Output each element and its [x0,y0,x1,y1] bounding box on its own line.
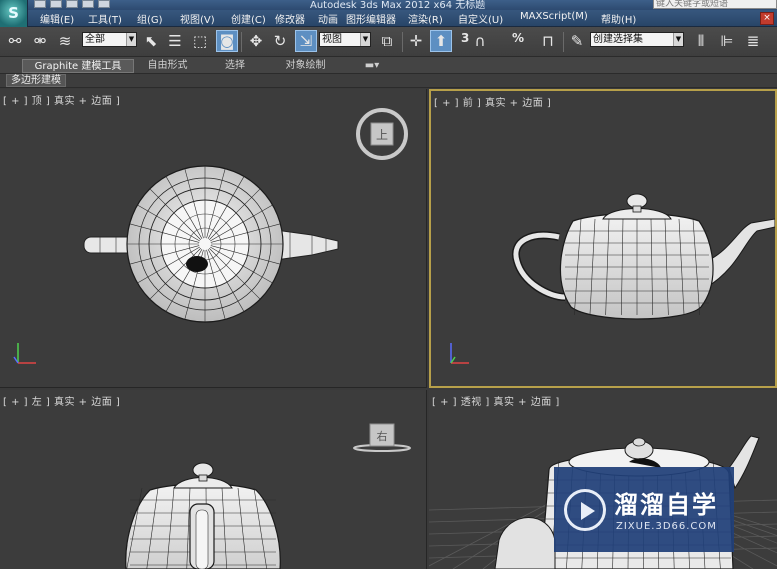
main-toolbar: ⚯ ⚮ ≋ 全部 ▼ ⬉ ☰ ⬚ ◙ ✥ ↻ ⇲ 视图 ▼ ⧉ ✛ ⬆ 3 ∩ % … [0,27,777,57]
menu-rendering[interactable]: 渲染(R) [408,11,443,26]
mirror-icon[interactable]: ⫴ [690,30,712,52]
menu-create[interactable]: 创建(C) [231,11,266,26]
toolbar-divider [402,32,403,52]
unlink-icon[interactable]: ⚮ [29,30,51,52]
teapot-front-view [511,193,775,320]
menu-edit[interactable]: 编辑(E) [40,11,74,26]
edit-named-selection-icon[interactable]: ✎ [566,30,588,52]
undo-icon[interactable] [82,0,94,8]
viewcube-face-label: 右 [377,429,388,443]
window-crossing-icon[interactable]: ◙ [216,30,238,52]
menu-maxscript[interactable]: MAXScript(M) [520,11,588,22]
redo-icon[interactable] [98,0,110,8]
axis-tripod-icon [13,343,36,364]
save-file-icon[interactable] [66,0,78,8]
menu-bar: 编辑(E) 工具(T) 组(G) 视图(V) 创建(C) 修改器 动画 图形编辑… [0,10,777,27]
menu-modifiers[interactable]: 修改器 [275,11,305,26]
viewcube-top[interactable]: 上 [355,107,409,161]
reference-coord-dropdown[interactable]: 视图 ▼ [319,32,371,47]
select-object-icon[interactable]: ⬉ [140,30,162,52]
tab-freeform[interactable]: 自由形式 [140,59,195,73]
viewport-label[interactable]: [ + ] 左 ] 真实 + 边面 ] [3,393,120,408]
app-logo-icon[interactable]: S [0,0,28,27]
viewport-label[interactable]: [ + ] 顶 ] 真实 + 边面 ] [3,92,120,107]
keyboard-shortcut-icon[interactable]: ⬆ [430,30,452,52]
menu-group[interactable]: 组(G) [137,11,163,26]
toolbar-divider [563,32,564,52]
close-button[interactable]: × [760,12,774,25]
teapot-left-view [125,462,281,569]
named-selection-set-value: 创建选择集 [593,34,643,45]
use-pivot-center-icon[interactable]: ⧉ [376,30,398,52]
percent-snap-icon[interactable]: % [512,31,524,45]
menu-customize[interactable]: 自定义(U) [458,11,503,26]
named-selection-set-dropdown[interactable]: 创建选择集 ▼ [590,32,684,47]
rectangular-selection-icon[interactable]: ⬚ [189,30,211,52]
select-and-scale-icon[interactable]: ⇲ [295,30,317,52]
toolbar-divider [241,32,242,52]
menu-tools[interactable]: 工具(T) [88,11,122,26]
viewport-left[interactable]: [ + ] 左 ] 真实 + 边面 ] 右 [0,390,427,569]
title-bar: Autodesk 3ds Max 2012 x64 无标题 键入关键字或短语 [0,0,777,10]
menu-graph-editors[interactable]: 图形编辑器 [346,11,396,26]
bind-spacewarp-icon[interactable]: ≋ [54,30,76,52]
menu-help[interactable]: 帮助(H) [601,11,636,26]
viewport-label[interactable]: [ + ] 前 ] 真实 + 边面 ] [434,94,551,109]
angle-snap-icon[interactable]: ∩ [469,30,491,52]
new-file-icon[interactable] [34,0,46,8]
search-input[interactable]: 键入关键字或短语 [653,0,777,9]
ribbon-options-icon[interactable]: ▬▾ [360,59,384,73]
open-file-icon[interactable] [50,0,62,8]
3dsmax-window: Autodesk 3ds Max 2012 x64 无标题 键入关键字或短语 编… [0,0,777,569]
link-icon[interactable]: ⚯ [4,30,26,52]
tab-selection[interactable]: 选择 [215,59,255,73]
window-title: Autodesk 3ds Max 2012 x64 无标题 [310,0,486,10]
polygon-modeling-panel[interactable]: 多边形建模 [6,74,66,87]
layer-manager-icon[interactable]: ≣ [742,30,764,52]
select-and-manipulate-icon[interactable]: ✛ [405,30,427,52]
chevron-down-icon: ▼ [673,33,683,46]
ribbon-panel: 多边形建模 [0,74,777,88]
tab-object-paint[interactable]: 对象绘制 [278,59,333,73]
selection-filter-dropdown[interactable]: 全部 ▼ [82,32,137,47]
viewport-top[interactable]: [ + ] 顶 ] 真实 + 边面 ] 上 [0,89,427,388]
watermark-title: 溜溜自学 [614,491,718,519]
axis-tripod-icon [450,343,469,364]
tab-graphite-modeling[interactable]: Graphite 建模工具 [22,59,134,73]
viewcube-left[interactable]: 右 [352,422,412,454]
chevron-down-icon: ▼ [360,33,370,46]
menu-views[interactable]: 视图(V) [180,11,215,26]
selection-filter-value: 全部 [85,34,105,45]
chevron-down-icon: ▼ [126,33,136,46]
ribbon-tabs: Graphite 建模工具 自由形式 选择 对象绘制 ▬▾ [0,57,777,74]
watermark-url: ZIXUE.3D66.COM [616,521,717,532]
viewcube-face-label: 上 [376,128,388,142]
watermark-logo: 溜溜自学 ZIXUE.3D66.COM [554,467,734,552]
spinner-snap-icon[interactable]: ⊓ [537,30,559,52]
select-and-rotate-icon[interactable]: ↻ [269,30,291,52]
viewport-front[interactable]: [ + ] 前 ] 真实 + 边面 ] [429,89,777,388]
play-logo-icon [564,489,606,531]
menu-animation[interactable]: 动画 [318,11,338,26]
reference-coord-value: 视图 [322,34,342,45]
select-by-name-icon[interactable]: ☰ [164,30,186,52]
play-icon [581,502,595,520]
select-and-move-icon[interactable]: ✥ [245,30,267,52]
align-icon[interactable]: ⊫ [716,30,738,52]
viewport-label[interactable]: [ + ] 透视 ] 真实 + 边面 ] [432,393,560,408]
